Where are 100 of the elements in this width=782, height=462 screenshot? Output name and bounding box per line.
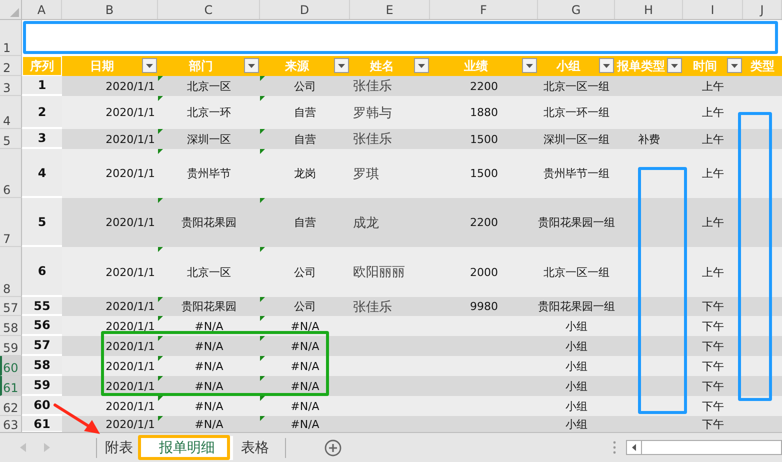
table-cell: 北京一区一组 [544,78,610,94]
row-number[interactable]: 3 [0,76,22,96]
filter-button[interactable] [522,58,537,73]
table-cell: 公司 [294,78,316,94]
filter-button[interactable] [414,58,429,73]
column-header[interactable]: F [480,2,487,16]
row-number[interactable]: 60 [0,356,22,376]
table-cell: 贵州毕节 [187,166,231,181]
table-cell: 小组 [566,358,588,374]
table-cell: #N/A [290,360,320,372]
table-cell: 下午 [702,299,724,314]
row-number[interactable]: 63 [0,416,22,433]
column-header[interactable]: H [644,2,654,16]
table-cell: 公司 [294,299,316,314]
horizontal-scrollbar[interactable] [626,440,782,455]
table-cell: 上午 [702,105,724,120]
row-number[interactable]: 6 [0,149,22,198]
row-number[interactable]: 59 [0,336,22,356]
column-header[interactable]: A [37,2,46,16]
filter-button[interactable] [667,58,682,73]
column-header[interactable]: J [760,2,764,16]
column-header[interactable]: C [204,2,213,16]
caret-icon [248,64,255,68]
column-title: 姓名 [370,58,394,74]
row-number[interactable]: 1 [3,41,11,55]
row-number[interactable]: 4 [0,96,22,129]
table-cell: 1 [38,78,46,92]
table-cell: #N/A [194,400,224,412]
table-cell: 上午 [702,132,724,146]
table-cell: 小组 [566,398,588,414]
column-header[interactable]: D [300,2,310,16]
row-number[interactable]: 8 [0,247,22,297]
row-number[interactable]: 5 [0,129,22,149]
filter-button[interactable] [244,58,259,73]
table-cell: 56 [34,318,50,332]
filter-button[interactable] [334,58,349,73]
table-cell: 小组 [566,378,588,394]
add-sheet-icon[interactable] [324,438,342,456]
row-number[interactable]: 61 [0,376,22,396]
table-cell: 5 [38,214,46,228]
table-cell: 55 [34,298,50,312]
column-title: 类型 [750,58,774,74]
table-cell: 3 [38,131,46,145]
filter-button[interactable] [142,58,157,73]
scroll-left-icon[interactable] [632,444,636,451]
table-cell: 1500 [470,167,498,180]
table-cell: 北京一区 [187,78,231,94]
row-number[interactable]: 57 [0,297,22,316]
column-title: 时间 [693,58,717,74]
table-cell: 深圳一区 [187,132,231,146]
table-cell: 补费 [638,132,660,146]
splitter-handle-icon[interactable] [613,441,616,454]
sheet-tab[interactable]: 表格 [233,436,277,460]
table-cell: 下午 [702,398,724,414]
column-header[interactable]: I [710,2,714,16]
table-cell: #N/A [194,340,224,352]
filter-button[interactable] [727,58,742,73]
table-cell: 北京一区一组 [544,264,610,280]
row-number[interactable]: 58 [0,316,22,336]
table-cell: 2020/1/1 [106,216,155,229]
table-cell: 1880 [470,106,498,119]
table-cell: 2 [38,104,46,118]
table-cell: 2020/1/1 [106,380,155,392]
table-cell: #N/A [194,418,224,431]
table-cell-text: 罗琪 [353,166,379,182]
table-cell: 2020/1/1 [106,266,155,278]
column-header[interactable]: B [105,2,114,16]
table-cell: 自营 [294,132,316,146]
column-title: 部门 [189,58,213,74]
row-number[interactable]: 7 [0,198,22,247]
table-cell: #N/A [290,340,320,352]
table-cell-text: 欧阳丽丽 [353,264,405,281]
table-cell: 下午 [702,358,724,374]
column-title: 业绩 [464,58,488,74]
table-cell-text: 罗韩与 [353,104,392,122]
row-number[interactable]: 62 [0,396,22,416]
table-cell: 57 [34,338,50,352]
column-title: 来源 [285,58,309,74]
table-cell: 9980 [470,300,498,313]
table-cell: 2020/1/1 [106,320,155,332]
filter-button[interactable] [599,58,614,73]
table-cell-text: 张佳乐 [353,298,392,316]
table-cell: 自营 [294,215,316,230]
table-cell: 2020/1/1 [106,400,155,412]
column-title: 小组 [556,58,580,74]
table-cell: 上午 [702,78,724,94]
column-header[interactable]: G [571,2,581,16]
table-cell: 贵阳花果园一组 [538,299,615,314]
table-cell: #N/A [290,400,320,412]
table-cell: #N/A [290,418,320,431]
caret-icon [671,64,678,68]
column-title: 日期 [90,58,114,74]
table-cell: 2020/1/1 [106,418,155,431]
caret-icon [418,64,425,68]
sheet-tab[interactable]: 附表 [97,436,141,460]
table-cell: 59 [34,378,50,392]
column-header[interactable]: E [386,2,394,16]
table-cell: 北京一环 [187,105,231,120]
table-cell: #N/A [194,320,224,332]
caret-icon [338,64,345,68]
